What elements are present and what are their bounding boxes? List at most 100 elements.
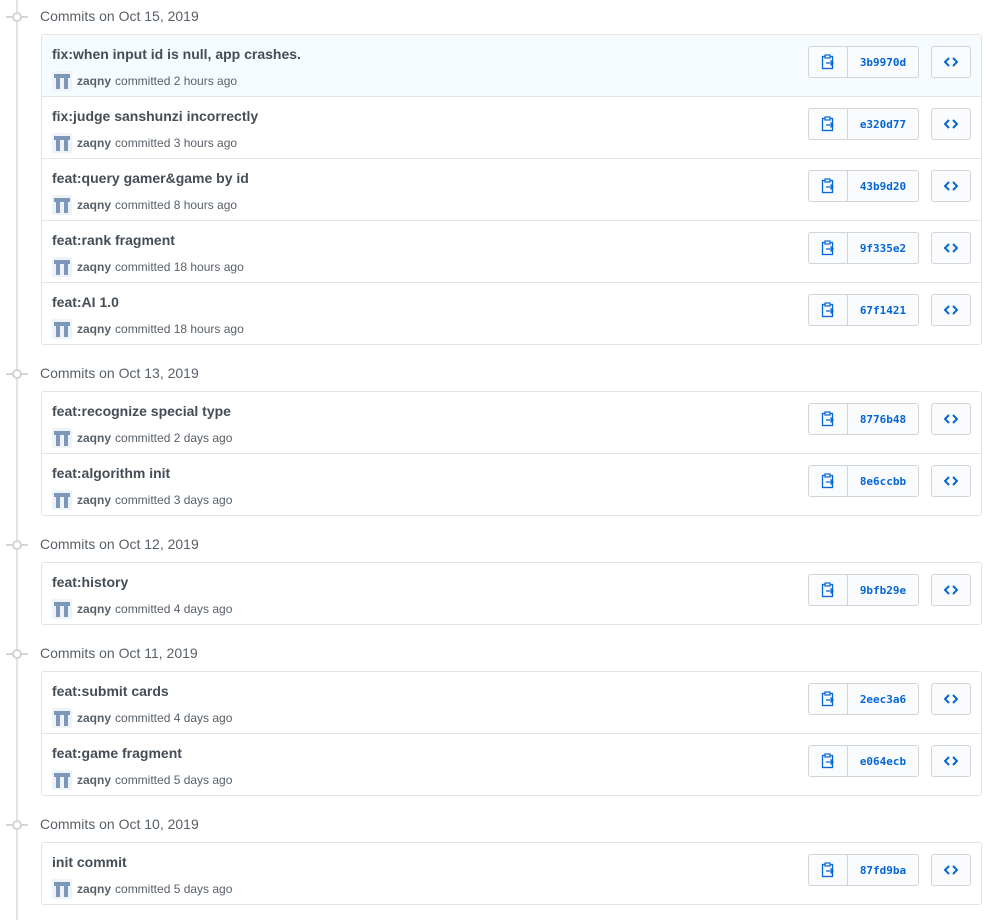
commit-author-link[interactable]: zaqny [77, 322, 111, 336]
commit-author-link[interactable]: zaqny [77, 773, 111, 787]
commit-list: feat:history zaqny committed 4 days ago 9bf… [41, 562, 982, 625]
commit-sha-link[interactable]: 8776b48 [848, 403, 919, 435]
browse-files-button[interactable] [931, 465, 971, 497]
commit-meta: zaqny committed 18 hours ago [52, 319, 244, 339]
commit-sha-link[interactable]: 67f1421 [848, 294, 919, 326]
commit-row: feat:game fragment zaqny committed 5 days … [42, 733, 981, 795]
commit-meta: zaqny committed 5 days ago [52, 879, 232, 899]
commit-row: feat:recognize special type zaqny committe… [42, 392, 981, 453]
commit-sha-link[interactable]: 43b9d20 [848, 170, 919, 202]
commit-message-link[interactable]: fix:judge sanshunzi incorrectly [52, 108, 258, 124]
browse-files-button[interactable] [931, 574, 971, 606]
copy-sha-button[interactable] [808, 46, 848, 78]
commit-sha-link[interactable]: 9f335e2 [848, 232, 919, 264]
commit-author-link[interactable]: zaqny [77, 882, 111, 896]
commit-row: init commit zaqny committed 5 days ago 87fd… [42, 843, 981, 904]
user-avatar-icon[interactable] [52, 879, 72, 899]
commit-author-link[interactable]: zaqny [77, 74, 111, 88]
user-avatar-icon[interactable] [52, 708, 72, 728]
commit-message-link[interactable]: feat:query gamer&game by id [52, 170, 249, 186]
copy-sha-button[interactable] [808, 854, 848, 886]
browse-files-button[interactable] [931, 683, 971, 715]
user-avatar-icon[interactable] [52, 195, 72, 215]
browse-files-button[interactable] [931, 232, 971, 264]
commit-message-link[interactable]: feat:rank fragment [52, 232, 175, 248]
clipboard-icon [821, 582, 834, 598]
user-avatar-icon[interactable] [52, 257, 72, 277]
clipboard-icon [821, 302, 834, 318]
commit-message-link[interactable]: feat:history [52, 574, 128, 590]
user-avatar-icon[interactable] [52, 770, 72, 790]
commit-author-link[interactable]: zaqny [77, 711, 111, 725]
clipboard-icon [821, 240, 834, 256]
commit-time: committed 4 days ago [115, 711, 233, 725]
copy-sha-button[interactable] [808, 574, 848, 606]
commit-group-date: Commits on Oct 11, 2019 [40, 645, 198, 661]
commit-row: feat:AI 1.0 zaqny committed 18 hours ago 67… [42, 282, 981, 344]
commit-message-link[interactable]: feat:recognize special type [52, 403, 231, 419]
sha-button-group: 8e6ccbb [808, 465, 919, 497]
copy-sha-button[interactable] [808, 232, 848, 264]
git-commit-icon [6, 540, 28, 550]
code-icon [944, 243, 958, 253]
clipboard-icon [821, 178, 834, 194]
commit-time: committed 2 hours ago [115, 74, 238, 88]
user-avatar-icon[interactable] [52, 490, 72, 510]
copy-sha-button[interactable] [808, 683, 848, 715]
commit-sha-link[interactable]: 87fd9ba [848, 854, 919, 886]
user-avatar-icon[interactable] [52, 599, 72, 619]
commit-list: init commit zaqny committed 5 days ago 87fd… [41, 842, 982, 905]
commit-message-link[interactable]: feat:AI 1.0 [52, 294, 119, 310]
user-avatar-icon[interactable] [52, 133, 72, 153]
commit-sha-link[interactable]: 9bfb29e [848, 574, 919, 606]
browse-files-button[interactable] [931, 46, 971, 78]
user-avatar-icon[interactable] [52, 319, 72, 339]
browse-files-button[interactable] [931, 170, 971, 202]
browse-files-button[interactable] [931, 294, 971, 326]
commit-row: feat:rank fragment zaqny committed 18 hour… [42, 220, 981, 282]
copy-sha-button[interactable] [808, 294, 848, 326]
copy-sha-button[interactable] [808, 170, 848, 202]
commit-sha-link[interactable]: 3b9970d [848, 46, 919, 78]
commit-list: feat:recognize special type zaqny committe… [41, 391, 982, 516]
code-icon [944, 414, 958, 424]
sha-button-group: e064ecb [808, 745, 919, 777]
commit-message-link[interactable]: fix:when input id is null, app crashes. [52, 46, 301, 62]
commit-meta: zaqny committed 5 days ago [52, 770, 232, 790]
code-icon [944, 119, 958, 129]
commit-meta: zaqny committed 3 hours ago [52, 133, 237, 153]
copy-sha-button[interactable] [808, 108, 848, 140]
copy-sha-button[interactable] [808, 403, 848, 435]
commit-sha-link[interactable]: e320d77 [848, 108, 919, 140]
code-icon [944, 694, 958, 704]
commit-author-link[interactable]: zaqny [77, 136, 111, 150]
commit-author-link[interactable]: zaqny [77, 602, 111, 616]
commit-sha-link[interactable]: e064ecb [848, 745, 919, 777]
commit-message-link[interactable]: feat:algorithm init [52, 465, 170, 481]
commit-time: committed 4 days ago [115, 602, 233, 616]
commit-author-link[interactable]: zaqny [77, 260, 111, 274]
commit-message-link[interactable]: feat:game fragment [52, 745, 182, 761]
browse-files-button[interactable] [931, 854, 971, 886]
commit-author-link[interactable]: zaqny [77, 431, 111, 445]
commit-sha-link[interactable]: 2eec3a6 [848, 683, 919, 715]
browse-files-button[interactable] [931, 745, 971, 777]
commit-row: feat:history zaqny committed 4 days ago 9bf… [42, 563, 981, 624]
user-avatar-icon[interactable] [52, 71, 72, 91]
commit-time: committed 5 days ago [115, 882, 233, 896]
copy-sha-button[interactable] [808, 745, 848, 777]
copy-sha-button[interactable] [808, 465, 848, 497]
commit-message-link[interactable]: init commit [52, 854, 127, 870]
commit-time: committed 8 hours ago [115, 198, 238, 212]
commit-sha-link[interactable]: 8e6ccbb [848, 465, 919, 497]
git-commit-icon [6, 12, 28, 22]
commit-time: committed 2 days ago [115, 431, 233, 445]
browse-files-button[interactable] [931, 403, 971, 435]
commit-author-link[interactable]: zaqny [77, 493, 111, 507]
commit-meta: zaqny committed 2 days ago [52, 428, 232, 448]
user-avatar-icon[interactable] [52, 428, 72, 448]
commit-time: committed 18 hours ago [115, 322, 244, 336]
commit-message-link[interactable]: feat:submit cards [52, 683, 169, 699]
commit-author-link[interactable]: zaqny [77, 198, 111, 212]
browse-files-button[interactable] [931, 108, 971, 140]
